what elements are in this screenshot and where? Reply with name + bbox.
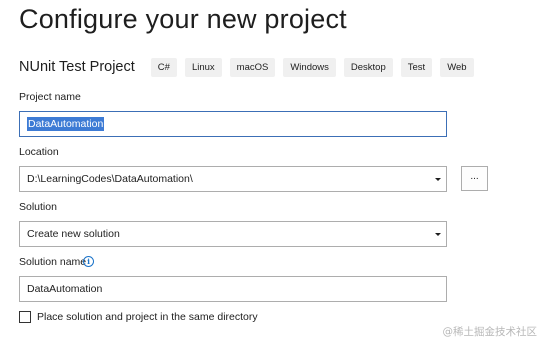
template-row: NUnit Test Project C# Linux macOS Window… bbox=[19, 57, 474, 77]
chevron-down-icon[interactable] bbox=[435, 232, 441, 236]
tag-linux: Linux bbox=[184, 57, 222, 77]
project-name-input[interactable]: DataAutomation bbox=[19, 111, 447, 137]
info-icon[interactable]: i bbox=[83, 256, 94, 267]
solution-name-label: Solution name bbox=[19, 256, 87, 268]
location-combobox[interactable]: D:\LearningCodes\DataAutomation\ bbox=[19, 166, 447, 192]
tag-web: Web bbox=[440, 57, 474, 77]
template-name: NUnit Test Project bbox=[19, 59, 135, 75]
solution-label: Solution bbox=[19, 201, 57, 213]
browse-button[interactable]: ... bbox=[461, 166, 488, 191]
solution-name-value: DataAutomation bbox=[27, 283, 103, 295]
tag-desktop: Desktop bbox=[343, 57, 393, 77]
page-title: Configure your new project bbox=[19, 4, 347, 34]
same-directory-option[interactable]: Place solution and project in the same d… bbox=[19, 311, 258, 323]
solution-value: Create new solution bbox=[27, 228, 120, 240]
solution-name-input[interactable]: DataAutomation bbox=[19, 276, 447, 302]
tag-test: Test bbox=[400, 57, 433, 77]
tag-macos: macOS bbox=[229, 57, 276, 77]
solution-combobox[interactable]: Create new solution bbox=[19, 221, 447, 247]
tag-windows: Windows bbox=[283, 57, 336, 77]
location-label: Location bbox=[19, 146, 59, 158]
chevron-down-icon[interactable] bbox=[435, 177, 441, 181]
project-name-label: Project name bbox=[19, 91, 81, 103]
same-directory-checkbox[interactable] bbox=[19, 311, 31, 323]
tag-csharp: C# bbox=[150, 57, 177, 77]
location-value: D:\LearningCodes\DataAutomation\ bbox=[27, 173, 193, 185]
watermark: @稀土掘金技术社区 bbox=[442, 326, 538, 338]
same-directory-label[interactable]: Place solution and project in the same d… bbox=[37, 311, 258, 323]
project-name-value: DataAutomation bbox=[27, 117, 105, 131]
